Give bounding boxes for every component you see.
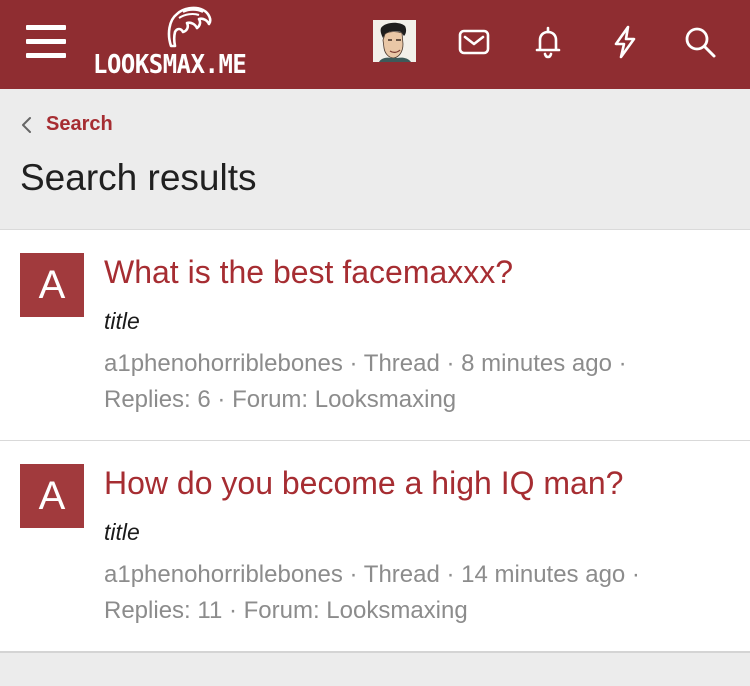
site-logo[interactable]: LOOKSMAX.ME [93, 6, 283, 80]
search-result-item: A How do you become a high IQ man? title… [0, 441, 750, 653]
logo-text: LOOKSMAX.ME [93, 50, 247, 80]
search-icon[interactable] [682, 24, 718, 60]
result-snippet: title [104, 308, 140, 334]
result-time: 14 minutes ago [461, 561, 626, 588]
user-avatar[interactable] [373, 20, 416, 62]
result-author-link[interactable]: a1phenohorriblebones [104, 350, 343, 377]
result-title-link[interactable]: How do you become a high IQ man? [104, 465, 623, 502]
result-forum-link[interactable]: Forum: Looksmaxing [232, 386, 456, 413]
mail-icon[interactable] [456, 24, 492, 60]
chevron-left-icon [22, 116, 31, 133]
bolt-icon[interactable] [607, 24, 643, 60]
menu-icon[interactable] [26, 25, 66, 59]
result-type: Thread [363, 350, 440, 377]
top-navigation-bar: LOOKSMAX.ME [0, 0, 750, 89]
result-replies: Replies: 11 [104, 597, 223, 624]
result-replies: Replies: 6 [104, 386, 211, 413]
search-result-item: A What is the best facemaxxx? title a1ph… [0, 230, 750, 441]
result-time: 8 minutes ago [461, 350, 612, 377]
bell-icon[interactable] [530, 24, 566, 60]
result-avatar[interactable]: A [20, 253, 84, 317]
breadcrumb[interactable]: Search [20, 113, 113, 136]
result-snippet: title [104, 519, 140, 545]
breadcrumb-link-search[interactable]: Search [46, 113, 113, 136]
result-author-link[interactable]: a1phenohorriblebones [104, 561, 343, 588]
result-meta: a1phenohorriblebones · Thread · 8 minute… [104, 350, 627, 413]
result-meta: a1phenohorriblebones · Thread · 14 minut… [104, 561, 640, 624]
result-title-link[interactable]: What is the best facemaxxx? [104, 254, 513, 291]
result-forum-link[interactable]: Forum: Looksmaxing [244, 597, 468, 624]
result-avatar[interactable]: A [20, 464, 84, 528]
result-type: Thread [363, 561, 440, 588]
logo-hair-icon [167, 6, 212, 48]
page-title: Search results [20, 157, 257, 198]
search-results-list: A What is the best facemaxxx? title a1ph… [0, 229, 750, 653]
